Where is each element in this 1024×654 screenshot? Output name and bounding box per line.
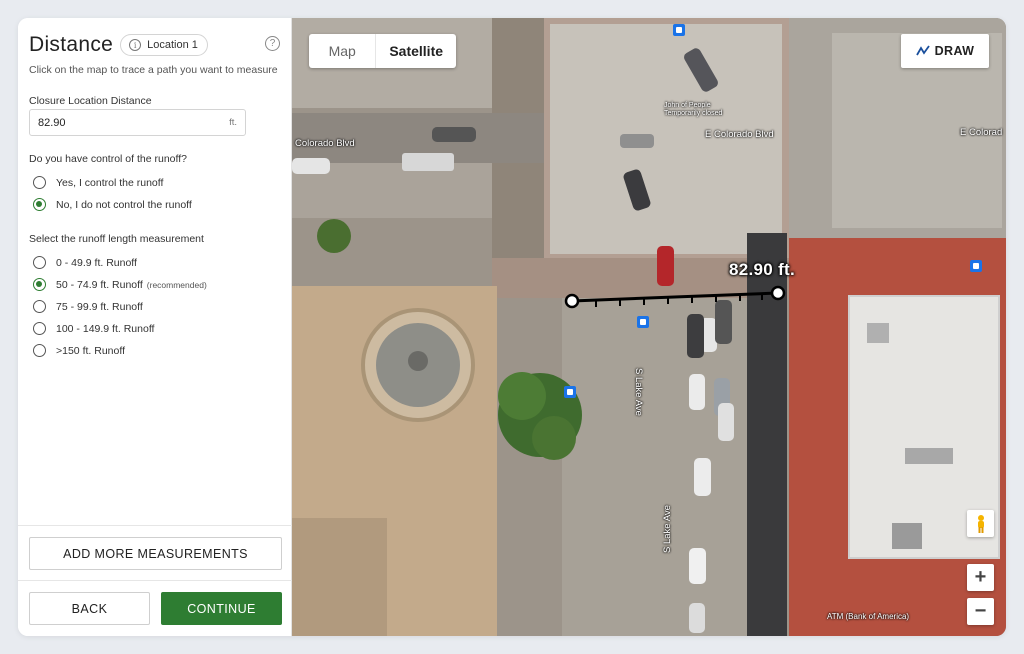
satellite-map[interactable]: Colorado Blvd E Colorado Blvd E Colorad … (292, 18, 1006, 636)
pegman-icon (977, 514, 984, 533)
divider (18, 525, 292, 526)
radio-label: >150 ft. Runoff (56, 344, 125, 357)
street-label-colorado-left: Colorado Blvd (295, 138, 355, 149)
location-pill-label: Location 1 (147, 39, 198, 51)
radio-label: No, I do not control the runoff (56, 198, 192, 211)
app-frame: Distance i Location 1 ? Click on the map… (18, 18, 1006, 636)
street-label-lake-upper: S Lake Ave (633, 368, 644, 416)
radio-label: 50 - 74.9 ft. Runoff (56, 278, 143, 291)
back-button[interactable]: BACK (29, 592, 150, 625)
radio-icon[interactable] (33, 176, 46, 189)
radio-runoff-100-149[interactable]: 100 - 149.9 ft. Runoff (33, 322, 154, 335)
draw-label: DRAW (934, 44, 975, 58)
tab-satellite[interactable]: Satellite (376, 34, 456, 68)
radio-selected-icon[interactable] (33, 198, 46, 211)
street-label-lake-lower: S Lake Ave (662, 505, 673, 553)
street-view-pegman-icon[interactable] (967, 510, 994, 537)
measurement-distance-label: 82.90 ft. (729, 260, 796, 279)
help-icon[interactable]: ? (265, 36, 280, 51)
tab-map[interactable]: Map (309, 34, 377, 68)
radio-selected-icon[interactable] (33, 278, 46, 291)
instructions-text: Click on the map to trace a path you wan… (29, 64, 278, 76)
title-row: Distance i Location 1 (29, 33, 208, 57)
control-question: Do you have control of the runoff? (29, 153, 187, 165)
transit-stop-icon[interactable] (970, 260, 982, 272)
draw-icon (915, 45, 930, 56)
distance-value: 82.90 (38, 116, 66, 129)
transit-stop-icon[interactable] (673, 24, 685, 36)
transit-stop-icon[interactable] (637, 316, 649, 328)
poi-label[interactable]: John of People Temporarily closed (664, 102, 724, 118)
runoff-question: Select the runoff length measurement (29, 233, 204, 245)
radio-runoff-0-49[interactable]: 0 - 49.9 ft. Runoff (33, 256, 137, 269)
transit-stop-icon[interactable] (564, 386, 576, 398)
distance-unit: ft. (229, 117, 237, 128)
satellite-imagery (292, 18, 1006, 636)
street-label-colorado-center: E Colorado Blvd (705, 129, 774, 140)
page-title: Distance (29, 33, 114, 56)
radio-icon[interactable] (33, 256, 46, 269)
radio-runoff-75-99[interactable]: 75 - 99.9 ft. Runoff (33, 300, 143, 313)
radio-runoff-50-74[interactable]: 50 - 74.9 ft. Runoff (recommended) (33, 278, 207, 291)
distance-label: Closure Location Distance (29, 95, 152, 107)
radio-label: 0 - 49.9 ft. Runoff (56, 256, 137, 269)
street-label-colorado-right: E Colorad (960, 127, 1003, 138)
zoom-out-button[interactable]: − (967, 598, 994, 625)
info-icon: i (129, 39, 142, 51)
zoom-in-button[interactable]: + (967, 564, 994, 591)
continue-button[interactable]: CONTINUE (161, 592, 282, 625)
location-pill[interactable]: i Location 1 (120, 34, 208, 56)
distance-input[interactable]: 82.90 ft. (29, 109, 246, 136)
radio-control-yes[interactable]: Yes, I control the runoff (33, 176, 163, 189)
radio-label: Yes, I control the runoff (56, 176, 164, 189)
radio-runoff-150-plus[interactable]: >150 ft. Runoff (33, 344, 125, 357)
radio-icon[interactable] (33, 322, 46, 335)
recommended-note: (recommended) (146, 279, 207, 290)
draw-button[interactable]: DRAW (901, 34, 989, 68)
radio-icon[interactable] (33, 344, 46, 357)
radio-icon[interactable] (33, 300, 46, 313)
add-more-measurements-button[interactable]: ADD MORE MEASUREMENTS (29, 537, 282, 570)
measurement-panel: Distance i Location 1 ? Click on the map… (18, 18, 292, 636)
divider (18, 580, 292, 581)
radio-control-no[interactable]: No, I do not control the runoff (33, 198, 192, 211)
map-type-toggle: Map Satellite (309, 34, 456, 68)
radio-label: 75 - 99.9 ft. Runoff (56, 300, 143, 313)
atm-label[interactable]: ATM (Bank of America) (827, 612, 909, 621)
radio-label: 100 - 149.9 ft. Runoff (56, 322, 155, 335)
